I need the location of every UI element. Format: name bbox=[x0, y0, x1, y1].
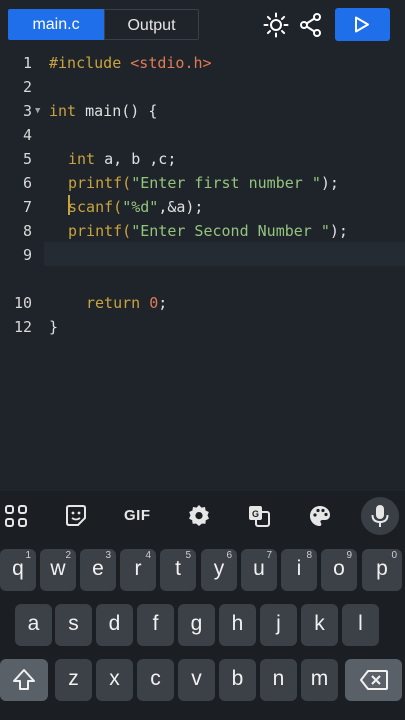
code-token: a, b ,c; bbox=[95, 150, 177, 168]
code-token: "Enter first number " bbox=[131, 174, 321, 192]
translate-icon[interactable]: G bbox=[246, 503, 272, 529]
code-token: return bbox=[86, 294, 141, 312]
code-line: 12 } bbox=[0, 315, 405, 339]
play-icon bbox=[355, 16, 369, 33]
key-j[interactable]: j bbox=[260, 604, 297, 646]
line-number: 1 bbox=[22, 54, 32, 72]
key-z[interactable]: z bbox=[55, 659, 92, 701]
line-number: 12 bbox=[13, 318, 32, 336]
code-token: int bbox=[49, 102, 77, 120]
svg-text:G: G bbox=[252, 509, 259, 519]
code-line: return 0; bbox=[0, 291, 405, 315]
code-token: 0 bbox=[149, 294, 159, 312]
code-token: ); bbox=[320, 174, 339, 192]
key-m[interactable]: m bbox=[301, 659, 338, 701]
code-line: 8 printf("Enter Second Number "); bbox=[0, 219, 405, 243]
line-number: 7 bbox=[22, 198, 32, 216]
key-g[interactable]: g bbox=[178, 604, 215, 646]
sticker-icon[interactable] bbox=[63, 503, 89, 529]
code-line: 4 bbox=[0, 123, 405, 147]
key-b[interactable]: b bbox=[219, 659, 256, 701]
code-line: 7 scanf("%d",&a); bbox=[0, 195, 405, 219]
key-u[interactable]: u7 bbox=[241, 549, 277, 591]
code-token: printf( bbox=[68, 174, 132, 192]
key-n[interactable]: n bbox=[260, 659, 297, 701]
mic-icon bbox=[371, 505, 389, 527]
line-number: 4 bbox=[22, 126, 32, 144]
key-o[interactable]: o9 bbox=[321, 549, 357, 591]
code-token: } bbox=[49, 318, 59, 336]
key-v[interactable]: v bbox=[178, 659, 215, 701]
key-r[interactable]: r4 bbox=[120, 549, 156, 591]
key-e[interactable]: e3 bbox=[80, 549, 116, 591]
code-token: #include bbox=[49, 54, 122, 72]
code-line: 2 bbox=[0, 75, 405, 99]
code-token: ,&a); bbox=[158, 198, 204, 216]
share-icon[interactable] bbox=[298, 12, 324, 38]
backspace-icon bbox=[360, 670, 388, 690]
mic-button[interactable] bbox=[361, 497, 399, 535]
key-i[interactable]: i8 bbox=[281, 549, 317, 591]
code-line: 9 bbox=[0, 243, 405, 267]
code-token: int bbox=[68, 150, 96, 168]
line-number: 9 bbox=[22, 246, 32, 264]
tab-output[interactable]: Output bbox=[104, 9, 199, 40]
backspace-key[interactable] bbox=[345, 659, 402, 701]
key-c[interactable]: c bbox=[137, 659, 174, 701]
fold-toggle-icon[interactable]: ▼ bbox=[35, 99, 40, 123]
line-number: 3 bbox=[22, 102, 32, 120]
text-cursor bbox=[68, 195, 70, 215]
settings-icon[interactable] bbox=[186, 503, 212, 529]
key-t[interactable]: t5 bbox=[160, 549, 196, 591]
code-token: ; bbox=[158, 294, 168, 312]
brightness-icon[interactable] bbox=[263, 12, 289, 38]
key-x[interactable]: x bbox=[96, 659, 133, 701]
key-f[interactable]: f bbox=[137, 604, 174, 646]
key-k[interactable]: k bbox=[301, 604, 338, 646]
key-q[interactable]: q1 bbox=[0, 549, 36, 591]
key-y[interactable]: y6 bbox=[201, 549, 237, 591]
line-number: 8 bbox=[22, 222, 32, 240]
code-token: "%d" bbox=[122, 198, 159, 216]
key-l[interactable]: l bbox=[342, 604, 379, 646]
code-line: 1 #include <stdio.h> bbox=[0, 51, 405, 75]
line-number: 2 bbox=[22, 78, 32, 96]
code-token: <stdio.h> bbox=[130, 54, 212, 72]
shift-icon bbox=[13, 669, 35, 690]
key-s[interactable]: s bbox=[55, 604, 92, 646]
code-token: ); bbox=[329, 222, 348, 240]
key-w[interactable]: w2 bbox=[40, 549, 76, 591]
code-line: 3 ▼ int main() { bbox=[0, 99, 405, 123]
code-line: 6 printf("Enter first number "); bbox=[0, 171, 405, 195]
apps-grid-icon[interactable] bbox=[3, 503, 29, 529]
code-token: printf( bbox=[68, 222, 132, 240]
code-editor[interactable]: 1 #include <stdio.h> 2 3 ▼ int main() { … bbox=[0, 50, 405, 491]
top-toolbar: main.c Output bbox=[0, 0, 405, 51]
tab-main-c[interactable]: main.c bbox=[8, 9, 104, 40]
code-token: main() { bbox=[76, 102, 158, 120]
gif-icon[interactable]: GIF bbox=[124, 507, 151, 524]
line-number: 5 bbox=[22, 150, 32, 168]
run-button[interactable] bbox=[335, 8, 390, 41]
palette-icon[interactable] bbox=[307, 503, 333, 529]
key-d[interactable]: d bbox=[96, 604, 133, 646]
key-p[interactable]: p0 bbox=[362, 549, 402, 591]
code-token: "Enter Second Number " bbox=[131, 222, 330, 240]
keyboard-toolbar: GIF G bbox=[0, 491, 405, 539]
key-a[interactable]: a bbox=[15, 604, 52, 646]
line-number: 6 bbox=[22, 174, 32, 192]
code-line: 5 int a, b ,c; bbox=[0, 147, 405, 171]
key-h[interactable]: h bbox=[219, 604, 256, 646]
code-token: scanf( bbox=[68, 198, 123, 216]
shift-key[interactable] bbox=[0, 659, 48, 701]
soft-keyboard: q1 w2 e3 r4 t5 y6 u7 i8 o9 p0 a s d f g … bbox=[0, 539, 405, 720]
